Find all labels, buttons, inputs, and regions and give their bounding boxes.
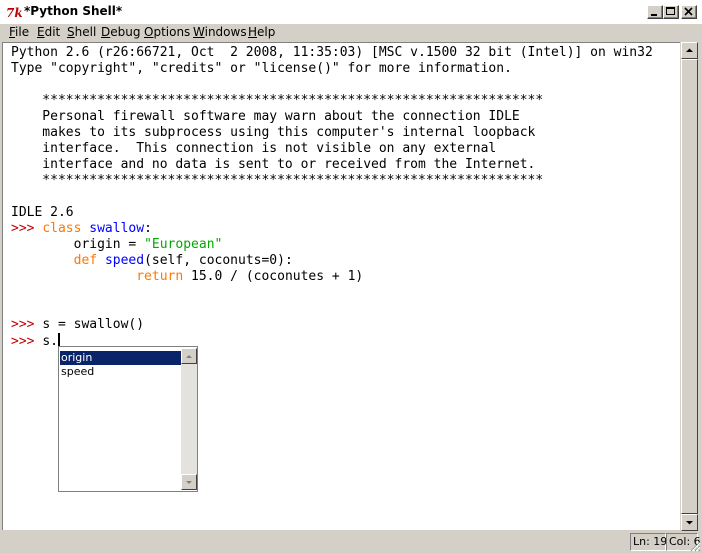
scroll-thumb[interactable] xyxy=(681,59,698,514)
code-line: >>> class swallow: xyxy=(11,221,152,236)
code-text: 15.0 / (coconutes + 1) xyxy=(183,269,364,284)
autocomplete-item-origin[interactable]: origin xyxy=(60,351,181,365)
stars-line: ****************************************… xyxy=(11,173,544,188)
menu-windows[interactable]: Windows xyxy=(193,25,247,39)
menu-edit[interactable]: Edit xyxy=(37,25,60,39)
class-name: swallow xyxy=(89,221,145,236)
text-cursor xyxy=(57,333,60,347)
menu-help[interactable]: Help xyxy=(248,25,275,39)
resize-grip-icon[interactable] xyxy=(689,540,701,552)
minimize-button[interactable] xyxy=(647,5,663,19)
window-title: *Python Shell* xyxy=(24,4,123,18)
shell-prompt: >>> xyxy=(11,221,43,236)
arrow-down-icon xyxy=(686,521,693,525)
stars-line: ****************************************… xyxy=(11,93,544,108)
arrow-up-icon xyxy=(686,48,693,52)
vertical-scrollbar[interactable] xyxy=(681,42,698,531)
idle-version-line: IDLE 2.6 xyxy=(11,205,74,220)
shell-prompt: >>> xyxy=(11,317,43,332)
menu-file[interactable]: File xyxy=(9,25,29,39)
menu-options[interactable]: Options xyxy=(144,25,190,39)
keyword: return xyxy=(136,269,184,284)
autocomplete-popup: origin speed xyxy=(58,346,198,492)
scroll-up-button[interactable] xyxy=(181,348,197,364)
close-icon xyxy=(684,7,693,16)
menu-debug[interactable]: Debug xyxy=(101,25,140,39)
autocomplete-list[interactable]: origin speed xyxy=(60,348,181,490)
code-text: origin = xyxy=(73,237,145,252)
maximize-button[interactable] xyxy=(663,5,679,19)
scroll-up-button[interactable] xyxy=(681,42,698,59)
firewall-line: interface. This connection is not visibl… xyxy=(11,141,497,156)
scroll-down-button[interactable] xyxy=(681,514,698,531)
firewall-line: makes to its subprocess using this compu… xyxy=(11,125,536,140)
banner-line: Python 2.6 (r26:66721, Oct 2 2008, 11:35… xyxy=(11,45,653,60)
arrow-down-icon xyxy=(186,481,192,484)
menu-bar: File Edit Shell Debug Options Windows He… xyxy=(0,24,702,41)
string-literal: "European" xyxy=(144,237,223,252)
keyword: def xyxy=(73,253,98,268)
banner-line: Type "copyright", "credits" or "license(… xyxy=(11,61,512,76)
status-bar: Ln: 19 Col: 6 xyxy=(0,531,702,553)
code-text: s = swallow() xyxy=(42,317,145,332)
code-line: origin = "European" xyxy=(11,237,223,253)
maximize-icon xyxy=(666,7,675,15)
keyword: class xyxy=(42,221,82,236)
shell-prompt: >>> xyxy=(11,334,43,349)
code-line: >>> s = swallow() xyxy=(11,317,144,333)
code-text: (self, coconuts=0): xyxy=(144,253,293,268)
firewall-line: Personal firewall software may warn abou… xyxy=(11,109,520,124)
autocomplete-scrollbar[interactable] xyxy=(181,348,197,490)
firewall-line: interface and no data is sent to or rece… xyxy=(11,157,536,172)
autocomplete-item-speed[interactable]: speed xyxy=(60,365,181,379)
def-name: speed xyxy=(104,253,145,268)
arrow-up-icon xyxy=(186,355,192,358)
tk-feather-icon: 7k xyxy=(6,6,22,19)
current-input-line[interactable]: >>> s. xyxy=(11,333,60,349)
code-line: def speed(self, coconuts=0): xyxy=(11,253,293,269)
close-button[interactable] xyxy=(681,5,697,19)
code-text: s. xyxy=(42,334,58,349)
menu-shell[interactable]: Shell xyxy=(67,25,96,39)
minimize-icon xyxy=(651,14,657,16)
code-line: return 15.0 / (coconutes + 1) xyxy=(11,269,363,285)
line-number: Ln: 19 xyxy=(630,533,667,551)
svg-text:7k: 7k xyxy=(6,6,22,19)
title-bar: 7k *Python Shell* xyxy=(0,0,702,24)
scroll-down-button[interactable] xyxy=(181,474,197,490)
